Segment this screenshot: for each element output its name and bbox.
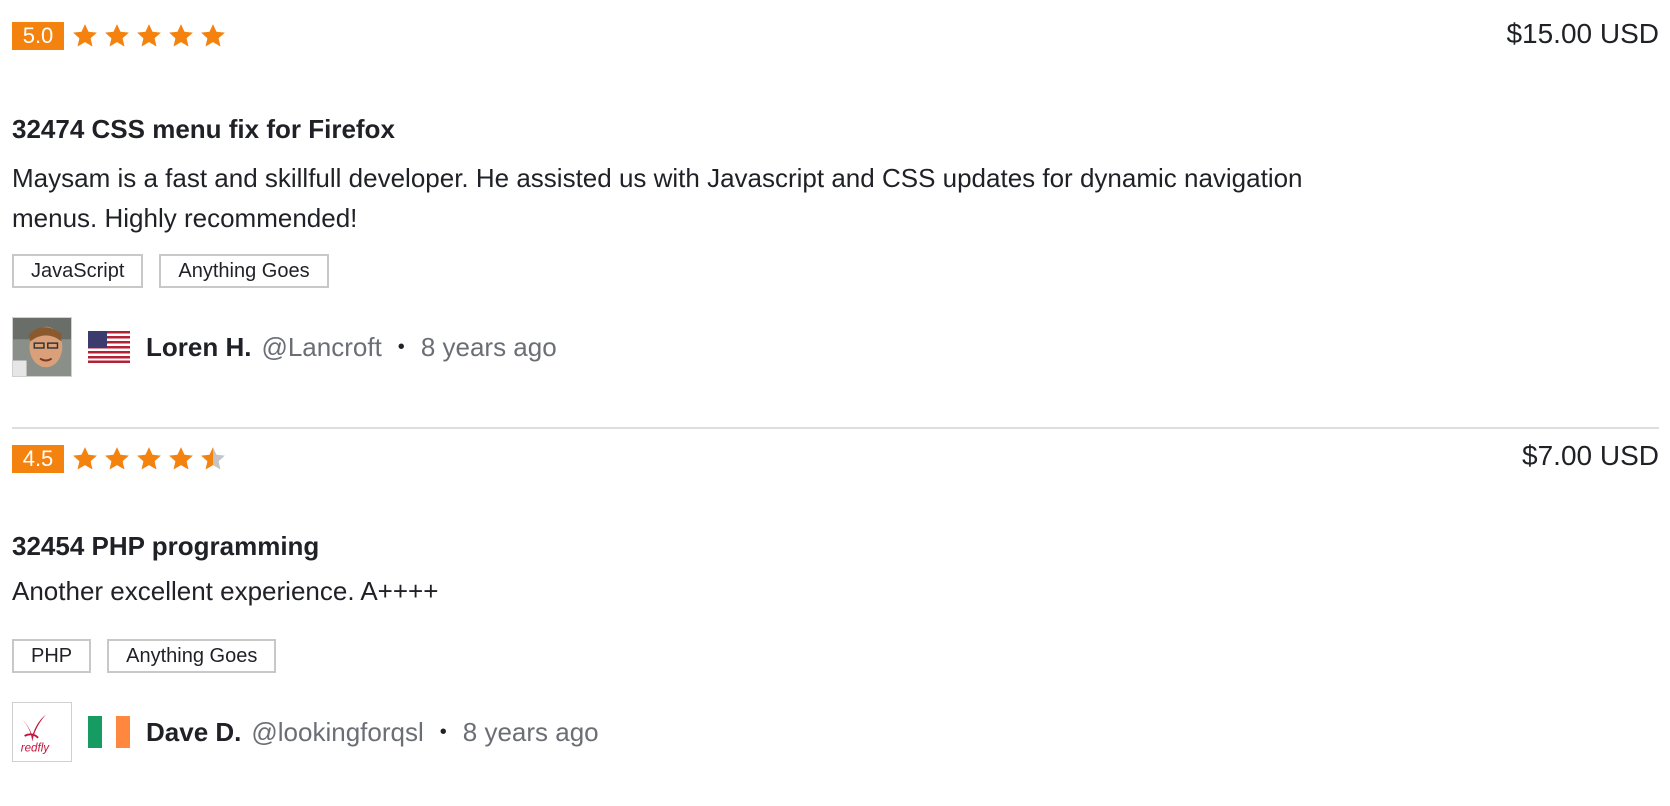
project-title[interactable]: 32454 PHP programming bbox=[12, 531, 319, 562]
rating-score-badge: 4.5 bbox=[12, 445, 64, 473]
review-divider bbox=[12, 427, 1659, 429]
skill-tag[interactable]: Anything Goes bbox=[159, 254, 329, 288]
review-time: 8 years ago bbox=[420, 331, 557, 362]
star-icon bbox=[73, 24, 97, 47]
reviewer-info: Loren H. @Lancroft • 8 years ago bbox=[12, 316, 557, 378]
reviewer-handle[interactable]: @lookingforqsl bbox=[251, 717, 423, 748]
skill-tags: JavaScript Anything Goes bbox=[12, 254, 329, 288]
reviewer-name[interactable]: Loren H. bbox=[146, 332, 251, 363]
star-icon bbox=[105, 447, 129, 470]
review-time: 8 years ago bbox=[462, 716, 599, 747]
price-label: $15.00 USD bbox=[1506, 18, 1659, 49]
skill-tags: PHP Anything Goes bbox=[12, 639, 277, 673]
reviewer-name[interactable]: Dave D. bbox=[146, 717, 241, 748]
skill-tag[interactable]: PHP bbox=[12, 639, 92, 673]
ireland-flag-icon bbox=[88, 716, 130, 748]
rating-score-badge: 5.0 bbox=[12, 22, 64, 50]
skill-tag[interactable]: Anything Goes bbox=[107, 639, 277, 673]
star-icon bbox=[105, 24, 129, 47]
review-text: Maysam is a fast and skillfull developer… bbox=[12, 163, 1303, 233]
reviewer-handle[interactable]: @Lancroft bbox=[261, 332, 381, 363]
skill-tag[interactable]: JavaScript bbox=[12, 254, 144, 288]
star-icon bbox=[169, 447, 193, 470]
separator-dot: • bbox=[397, 335, 405, 358]
avatar[interactable]: redfly bbox=[12, 702, 72, 762]
avatar[interactable] bbox=[12, 317, 72, 377]
star-rating bbox=[70, 22, 228, 50]
star-icon bbox=[137, 447, 161, 470]
star-icon bbox=[137, 24, 161, 47]
price-label: $7.00 USD bbox=[1522, 440, 1659, 471]
review-text: Another excellent experience. A++++ bbox=[12, 576, 439, 606]
star-icon bbox=[169, 24, 193, 47]
rating-row: 4.5 bbox=[12, 445, 228, 473]
separator-dot: • bbox=[439, 720, 447, 743]
reviewer-info: redfly Dave D. @lookingforqsl • 8 years … bbox=[12, 701, 599, 763]
star-rating bbox=[70, 445, 228, 473]
project-title[interactable]: 32474 CSS menu fix for Firefox bbox=[12, 114, 395, 145]
half-star-icon bbox=[201, 447, 225, 470]
rating-row: 5.0 bbox=[12, 22, 228, 50]
redfly-logo-text: redfly bbox=[21, 741, 51, 754]
star-icon bbox=[201, 24, 225, 47]
us-flag-icon bbox=[88, 331, 130, 363]
star-icon bbox=[73, 447, 97, 470]
